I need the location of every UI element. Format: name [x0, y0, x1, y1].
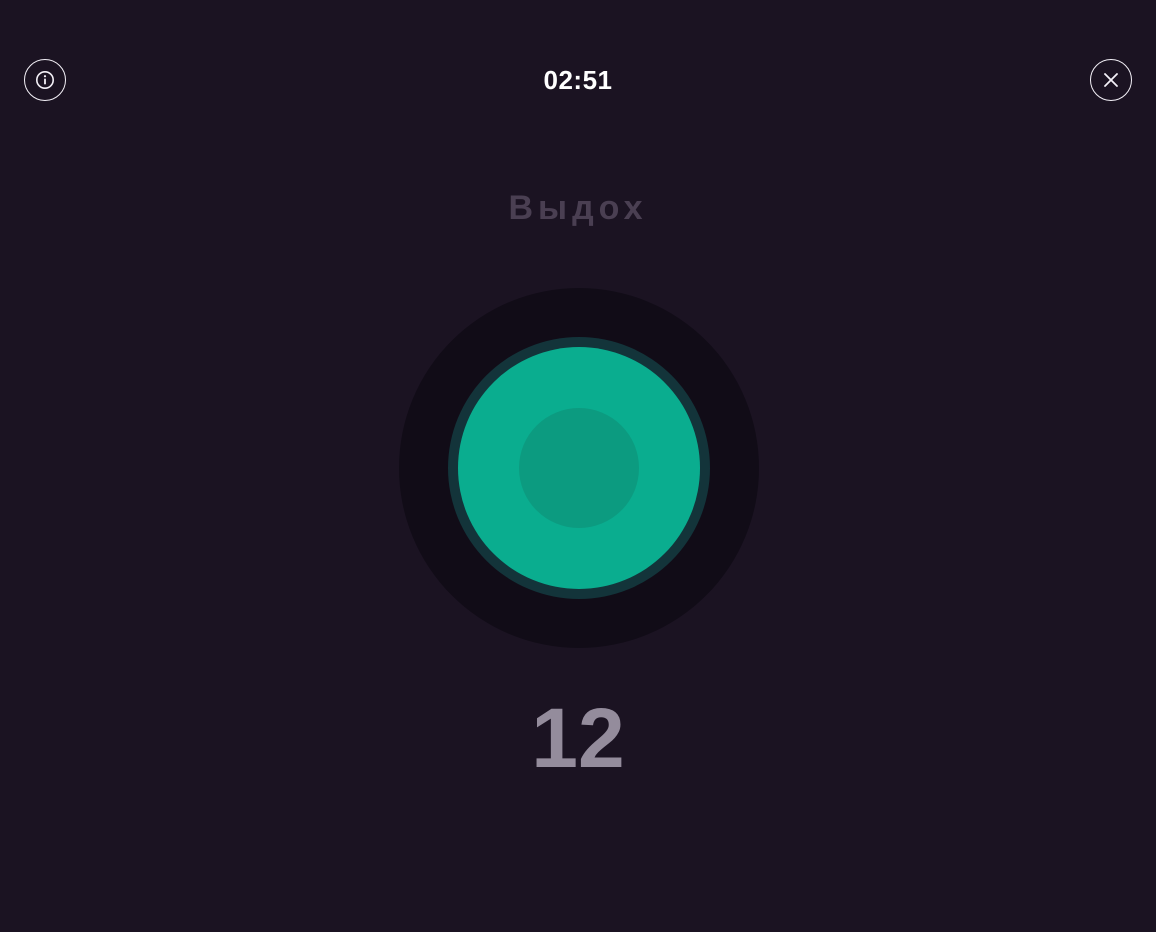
close-icon	[1103, 72, 1119, 88]
breathing-inner-circle	[519, 408, 639, 528]
close-button[interactable]	[1090, 59, 1132, 101]
breathing-screen: 02:51 Выдох 12	[0, 0, 1156, 932]
breathing-phase-label: Выдох	[508, 189, 648, 227]
session-timer: 02:51	[543, 65, 613, 95]
breath-counter: 12	[531, 691, 625, 785]
